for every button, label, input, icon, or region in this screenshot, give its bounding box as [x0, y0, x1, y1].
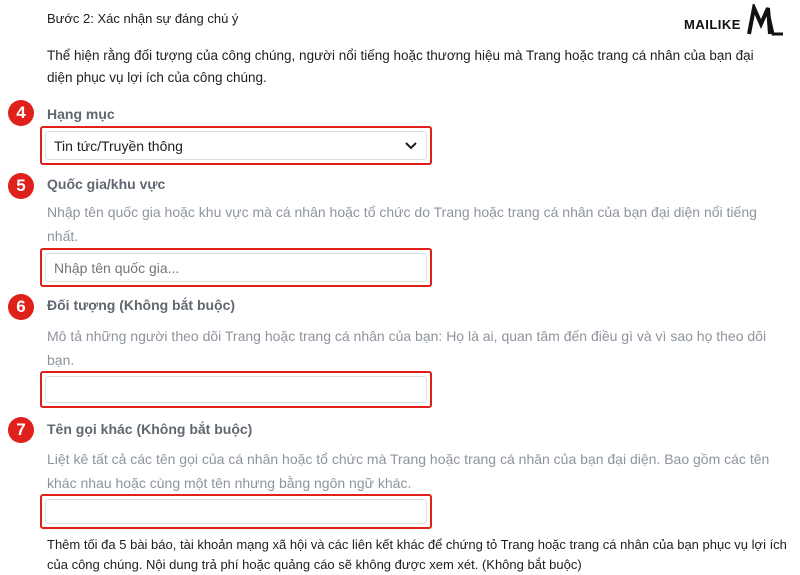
mailike-logo: MAILIKE [684, 4, 785, 38]
step-badge-4: 4 [8, 100, 34, 126]
ml-monogram-icon [746, 4, 783, 36]
logo-text: MAILIKE [684, 16, 741, 32]
other-names-highlight [40, 494, 432, 529]
step-badge-7: 7 [8, 417, 34, 443]
links-instructions: Thêm tối đa 5 bài báo, tài khoản mạng xã… [47, 537, 787, 572]
other-names-label: Tên gọi khác (Không bắt buộc) [47, 421, 253, 437]
audience-highlight [40, 371, 432, 408]
audience-description: Mô tả những người theo dõi Trang hoặc tr… [47, 328, 767, 368]
intro-text: Thể hiện rằng đối tượng của công chúng, … [47, 48, 754, 85]
country-highlight [40, 248, 432, 287]
category-highlight: Tin tức/Truyền thông [40, 126, 432, 165]
other-names-description: Liệt kê tất cả các tên gọi của cá nhân h… [47, 451, 770, 491]
step-badge-5: 5 [8, 173, 34, 199]
chevron-down-icon [405, 141, 417, 149]
country-description: Nhập tên quốc gia hoặc khu vực mà cá nhâ… [47, 204, 757, 244]
country-label: Quốc gia/khu vực [47, 176, 166, 192]
step-badge-6: 6 [8, 294, 34, 320]
step-title: Bước 2: Xác nhận sự đáng chú ý [47, 11, 239, 26]
other-names-input[interactable] [45, 499, 427, 524]
country-input[interactable] [45, 253, 427, 282]
category-select[interactable]: Tin tức/Truyền thông [45, 131, 427, 160]
audience-input[interactable] [45, 376, 427, 403]
category-select-value: Tin tức/Truyền thông [54, 137, 183, 154]
category-label: Hạng mục [47, 106, 115, 122]
audience-label: Đối tượng (Không bắt buộc) [47, 297, 236, 313]
